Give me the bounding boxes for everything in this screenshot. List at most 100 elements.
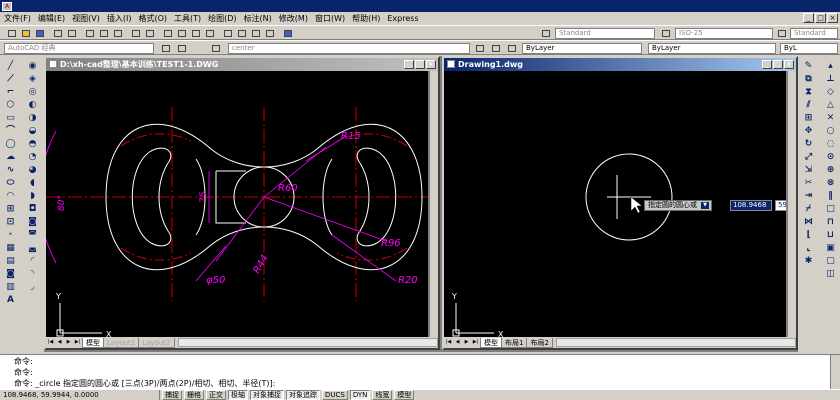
- view-icon-2[interactable]: ◈: [27, 75, 38, 84]
- copy-object-icon[interactable]: ⧉: [803, 75, 814, 84]
- open-file-icon[interactable]: [20, 28, 32, 39]
- view-icon-4[interactable]: ◐: [27, 101, 38, 110]
- view-icon-3[interactable]: ◎: [27, 88, 38, 97]
- lineweight-select[interactable]: ByL: [780, 43, 838, 54]
- view-icon-8[interactable]: ◔: [27, 153, 38, 162]
- array-icon[interactable]: ⊞: [803, 114, 814, 123]
- region-icon[interactable]: ◙: [5, 270, 16, 279]
- stretch-icon[interactable]: ⇲: [803, 166, 814, 175]
- preview-icon[interactable]: [66, 28, 78, 39]
- status-toggle-button[interactable]: 捕捉: [162, 390, 182, 400]
- join-icon[interactable]: ⋈: [803, 218, 814, 227]
- minimize-button[interactable]: _: [803, 13, 814, 23]
- table-style-icon[interactable]: [776, 28, 788, 39]
- first-tab-button[interactable]: |◀: [46, 338, 55, 347]
- tab-layout1[interactable]: 布局1: [501, 337, 528, 348]
- command-scrollbar[interactable]: [830, 355, 840, 389]
- chamfer-icon[interactable]: ⌊: [803, 231, 814, 240]
- linetype-select[interactable]: ByLayer: [648, 43, 776, 54]
- save-icon[interactable]: [34, 28, 46, 39]
- model-space-canvas[interactable]: Y X 指定圆的圆心或 ▼ 108.9468 59.9944: [444, 71, 786, 339]
- hatch-icon[interactable]: ▦: [5, 244, 16, 253]
- undo-icon[interactable]: [130, 28, 142, 39]
- close-button[interactable]: ×: [827, 13, 838, 23]
- ellipse-icon[interactable]: ⬭: [5, 179, 16, 188]
- menu-item[interactable]: Express: [387, 14, 418, 23]
- cut-icon[interactable]: [84, 28, 96, 39]
- gradient-icon[interactable]: ▤: [5, 257, 16, 266]
- restore-button[interactable]: □: [815, 13, 826, 23]
- layer-previous-icon[interactable]: [490, 43, 502, 54]
- next-tab-button[interactable]: ▶: [64, 338, 73, 347]
- menu-item[interactable]: 帮助(H): [352, 13, 380, 24]
- snap-icon-5[interactable]: ✕: [825, 114, 836, 123]
- text-style-icon[interactable]: [540, 28, 552, 39]
- point-icon[interactable]: ·: [5, 231, 16, 240]
- tab-layout1[interactable]: Layout1: [103, 337, 140, 348]
- ellipse-arc-icon[interactable]: ◠: [5, 192, 16, 201]
- tab-layout2[interactable]: 布局2: [526, 337, 553, 348]
- snap-icon-11[interactable]: ∥: [825, 192, 836, 201]
- erase-icon[interactable]: ✎: [803, 62, 814, 71]
- fillet-icon[interactable]: ⌞: [803, 244, 814, 253]
- text-style-select[interactable]: Standard: [555, 28, 655, 39]
- tab-layout2[interactable]: Layout2: [138, 337, 175, 348]
- minimize-button[interactable]: _: [404, 60, 414, 69]
- menu-item[interactable]: 编辑(E): [38, 13, 65, 24]
- design-center-icon[interactable]: [236, 28, 248, 39]
- menu-item[interactable]: 窗口(W): [315, 13, 345, 24]
- calculator-icon[interactable]: [264, 28, 276, 39]
- menu-item[interactable]: 视图(V): [72, 13, 100, 24]
- view-icon-18[interactable]: ◞: [27, 283, 38, 292]
- workspace-select[interactable]: AutoCAD 经典: [4, 43, 154, 54]
- snap-icon-8[interactable]: ⊙: [825, 153, 836, 162]
- layer-select[interactable]: center: [228, 43, 470, 54]
- zoom-window-icon[interactable]: [190, 28, 202, 39]
- snap-icon-15[interactable]: ▣: [825, 244, 836, 253]
- rectangle-icon[interactable]: ▭: [5, 114, 16, 123]
- snap-icon-4[interactable]: △: [825, 101, 836, 110]
- insert-block-icon[interactable]: ⊞: [5, 205, 16, 214]
- color-icon[interactable]: [506, 43, 518, 54]
- view-icon-12[interactable]: ◘: [27, 205, 38, 214]
- mtext-icon[interactable]: A: [5, 296, 16, 305]
- dropdown-arrow-icon[interactable]: ▼: [701, 202, 709, 209]
- view-icon-15[interactable]: ◛: [27, 244, 38, 253]
- new-file-icon[interactable]: [6, 28, 18, 39]
- prev-tab-button[interactable]: ◀: [453, 338, 462, 347]
- next-tab-button[interactable]: ▶: [462, 338, 471, 347]
- make-current-layer-icon[interactable]: [474, 43, 486, 54]
- tab-model[interactable]: 模型: [480, 337, 502, 348]
- color-select[interactable]: ByLayer: [522, 43, 642, 54]
- view-icon-7[interactable]: ◓: [27, 140, 38, 149]
- horizontal-scrollbar[interactable]: [177, 338, 438, 347]
- spline-icon[interactable]: ∿: [5, 166, 16, 175]
- zoom-previous-icon[interactable]: [204, 28, 216, 39]
- prev-tab-button[interactable]: ◀: [55, 338, 64, 347]
- maximize-button[interactable]: □: [415, 60, 425, 69]
- snap-icon-16[interactable]: ▢: [825, 257, 836, 266]
- snap-icon-17[interactable]: ◫: [825, 270, 836, 279]
- last-tab-button[interactable]: ▶|: [73, 338, 82, 347]
- view-icon-1[interactable]: ◉: [27, 62, 38, 71]
- vertical-scrollbar[interactable]: [787, 71, 796, 339]
- status-toggle-button[interactable]: 对象追踪: [286, 390, 320, 400]
- break-icon[interactable]: ⌿: [803, 205, 814, 214]
- status-toggle-button[interactable]: 模型: [394, 390, 415, 400]
- status-toggle-button[interactable]: 对象捕捉: [250, 390, 284, 400]
- trim-icon[interactable]: ✂: [803, 179, 814, 188]
- table-style-select[interactable]: Standard: [790, 28, 838, 39]
- paste-icon[interactable]: [112, 28, 124, 39]
- plot-icon[interactable]: [52, 28, 64, 39]
- table-icon[interactable]: ▥: [5, 283, 16, 292]
- properties-icon[interactable]: [222, 28, 234, 39]
- menu-item[interactable]: 格式(O): [138, 13, 167, 24]
- view-icon-16[interactable]: ◜: [27, 257, 38, 266]
- view-icon-11[interactable]: ◗: [27, 192, 38, 201]
- explode-icon[interactable]: ✱: [803, 257, 814, 266]
- view-icon-6[interactable]: ◒: [27, 127, 38, 136]
- dynamic-input-y[interactable]: 59.9944: [775, 200, 786, 211]
- last-tab-button[interactable]: ▶|: [471, 338, 480, 347]
- arc-icon[interactable]: ⌒: [5, 127, 16, 136]
- snap-icon-9[interactable]: ⊕: [825, 166, 836, 175]
